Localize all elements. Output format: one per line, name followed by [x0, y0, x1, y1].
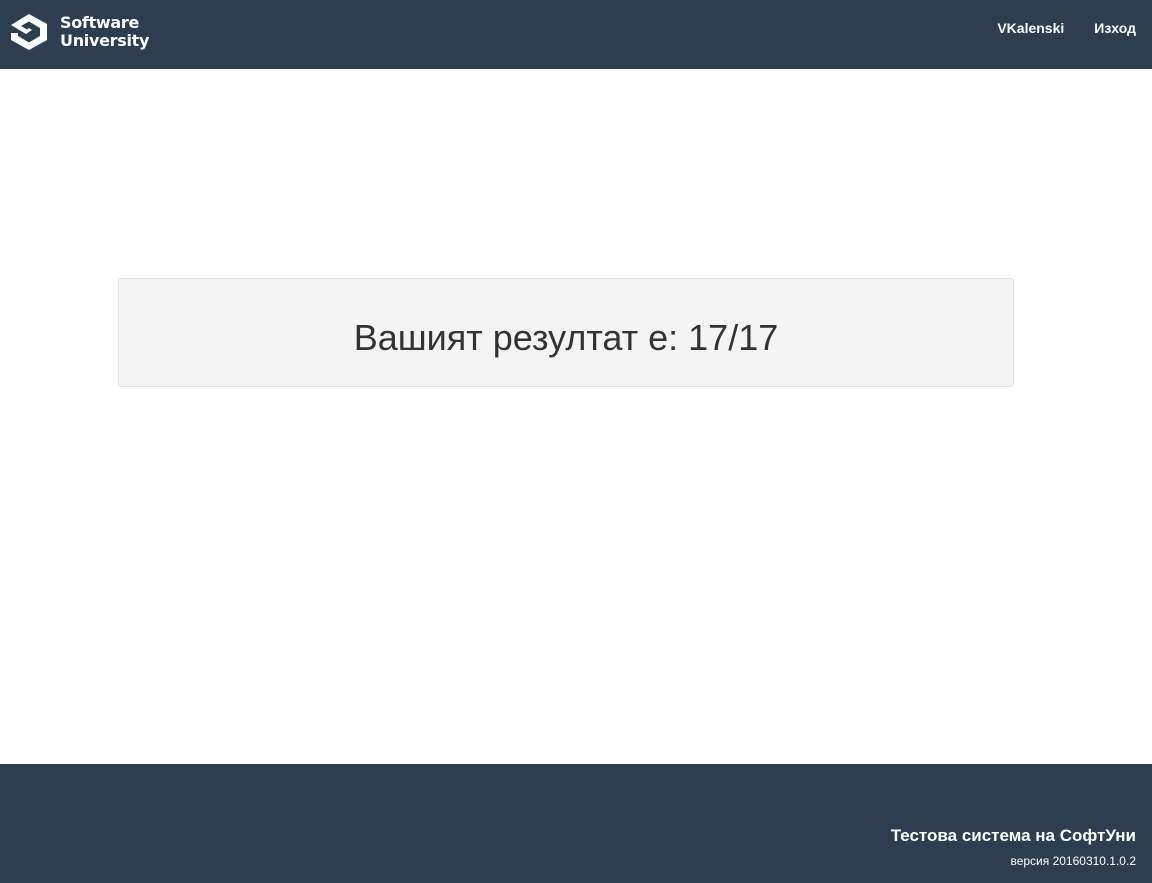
brand-line-1: Software	[60, 13, 140, 32]
result-text: Вашият резултат е: 17/17	[353, 317, 779, 358]
brand-name: Software University	[60, 14, 149, 50]
footer: Тестова система на СофтУни версия 201603…	[0, 764, 1152, 883]
footer-version: версия 20160310.1.0.2	[1010, 854, 1136, 868]
logout-link[interactable]: Изход	[1094, 20, 1136, 36]
top-navbar: Software University VKalenski Изход	[0, 0, 1152, 69]
result-panel: Вашият резултат е: 17/17	[118, 278, 1014, 387]
brand-line-2: University	[60, 31, 150, 50]
footer-title: Тестова система на СофтУни	[890, 826, 1136, 845]
nav-right: VKalenski Изход	[967, 0, 1136, 56]
user-profile-link[interactable]: VKalenski	[997, 20, 1064, 36]
brand-link[interactable]: Software University	[8, 12, 149, 52]
softuni-logo-icon	[11, 14, 47, 50]
